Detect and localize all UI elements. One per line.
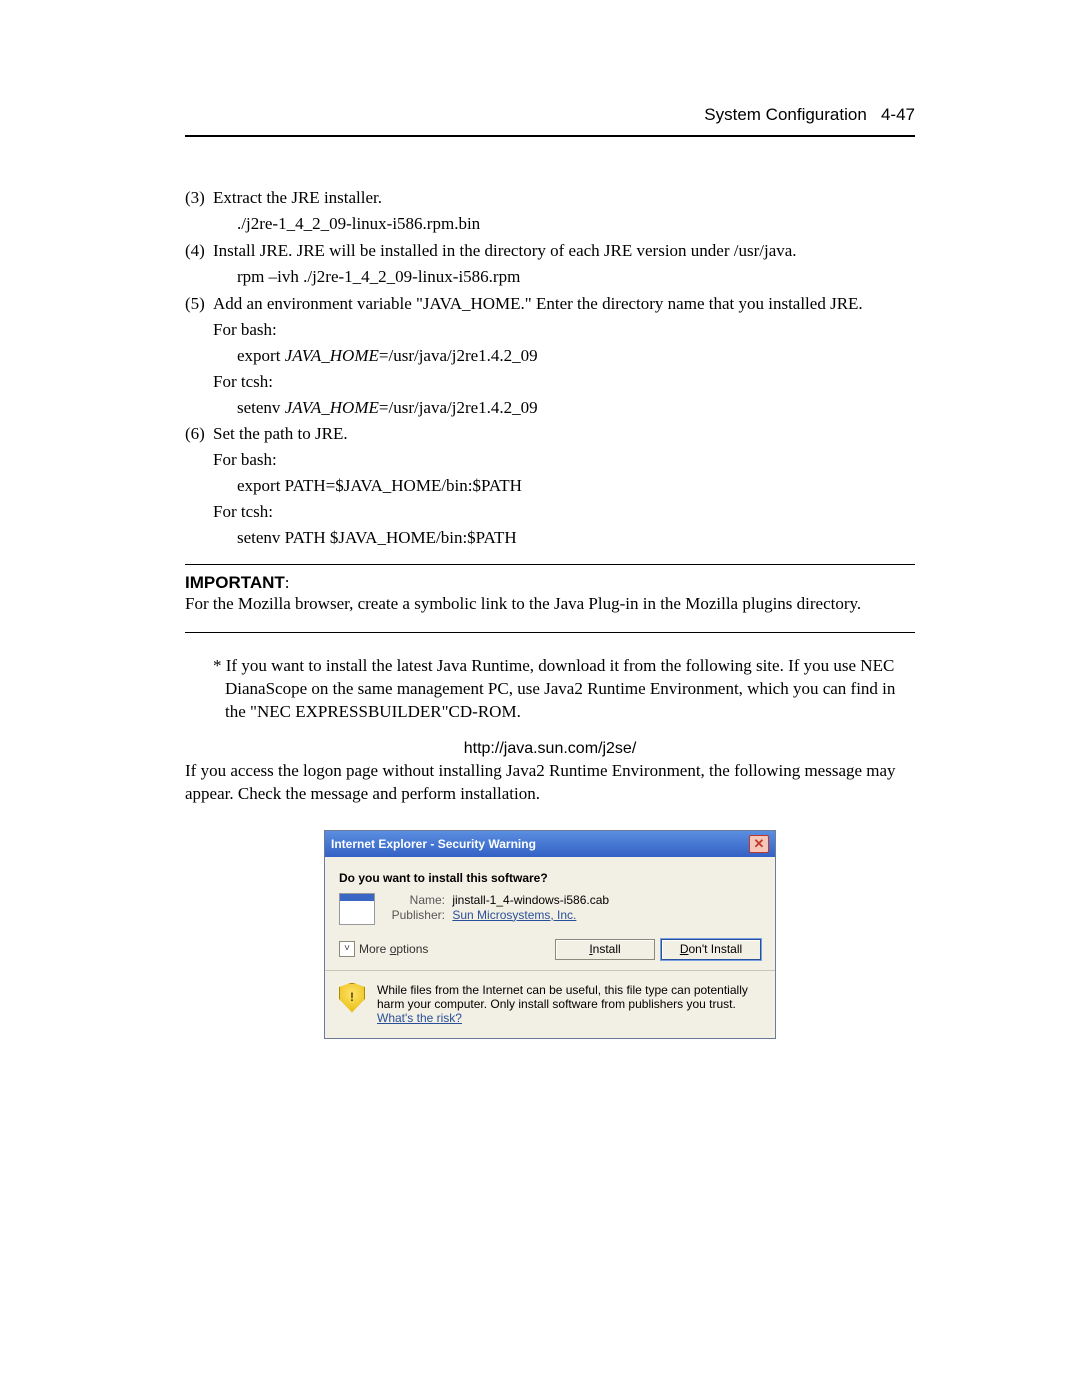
bash-cmd: export PATH=$JAVA_HOME/bin:$PATH <box>237 475 915 498</box>
name-value: jinstall-1_4-windows-i586.cab <box>452 893 609 907</box>
step-4: (4) Install JRE. JRE will be installed i… <box>213 240 915 289</box>
important-body: For the Mozilla browser, create a symbol… <box>185 593 915 616</box>
step-marker: (4) <box>185 240 205 263</box>
download-url: http://java.sun.com/j2se/ <box>185 740 915 758</box>
security-dialog: Internet Explorer - Security Warning ✕ D… <box>324 830 776 1039</box>
dialog-question: Do you want to install this software? <box>339 871 761 885</box>
important-label: IMPORTANT <box>185 573 285 592</box>
dialog-title: Internet Explorer - Security Warning <box>331 837 536 851</box>
more-options-toggle[interactable]: ˅ More options <box>339 941 428 957</box>
step-text: Add an environment variable "JAVA_HOME."… <box>213 294 863 313</box>
tcsh-cmd: setenv JAVA_HOME=/usr/java/j2re1.4.2_09 <box>237 397 915 420</box>
tcsh-cmd: setenv PATH $JAVA_HOME/bin:$PATH <box>237 527 915 550</box>
star-note: * If you want to install the latest Java… <box>185 655 915 724</box>
page-header: System Configuration 4-47 <box>185 105 915 137</box>
install-button[interactable]: Install <box>555 939 655 959</box>
step-6: (6) Set the path to JRE. For bash: expor… <box>213 423 915 550</box>
step-cmd: rpm –ivh ./j2re-1_4_2_09-linux-i586.rpm <box>237 266 915 289</box>
tcsh-label: For tcsh: <box>213 371 915 394</box>
final-note: If you access the logon page without ins… <box>185 760 915 806</box>
bash-label: For bash: <box>213 449 915 472</box>
step-marker: (6) <box>185 423 205 446</box>
publisher-link[interactable]: Sun Microsystems, Inc. <box>452 908 576 922</box>
bash-cmd: export JAVA_HOME=/usr/java/j2re1.4.2_09 <box>237 345 915 368</box>
page-number: 4-47 <box>881 105 915 124</box>
bash-label: For bash: <box>213 319 915 342</box>
dialog-titlebar: Internet Explorer - Security Warning ✕ <box>325 831 775 857</box>
tcsh-label: For tcsh: <box>213 501 915 524</box>
step-cmd: ./j2re-1_4_2_09-linux-i586.rpm.bin <box>237 213 915 236</box>
section-title: System Configuration <box>704 105 867 124</box>
step-marker: (3) <box>185 187 205 210</box>
name-label: Name: <box>385 893 445 907</box>
chevron-down-icon: ˅ <box>339 941 355 957</box>
dont-install-button[interactable]: Don't Install <box>661 939 761 959</box>
step-3: (3) Extract the JRE installer. ./j2re-1_… <box>213 187 915 236</box>
important-box: IMPORTANT: For the Mozilla browser, crea… <box>185 564 915 633</box>
steps-list: (3) Extract the JRE installer. ./j2re-1_… <box>185 187 915 550</box>
publisher-label: Publisher: <box>385 908 445 922</box>
step-text: Install JRE. JRE will be installed in th… <box>213 241 797 260</box>
step-text: Extract the JRE installer. <box>213 188 382 207</box>
close-icon[interactable]: ✕ <box>749 835 769 853</box>
risk-link[interactable]: What's the risk? <box>377 1011 462 1025</box>
step-text: Set the path to JRE. <box>213 424 348 443</box>
shield-icon: ! <box>339 983 365 1013</box>
app-icon <box>339 893 375 925</box>
step-marker: (5) <box>185 293 205 316</box>
dialog-footer-text: While files from the Internet can be use… <box>377 983 761 1026</box>
step-5: (5) Add an environment variable "JAVA_HO… <box>213 293 915 420</box>
